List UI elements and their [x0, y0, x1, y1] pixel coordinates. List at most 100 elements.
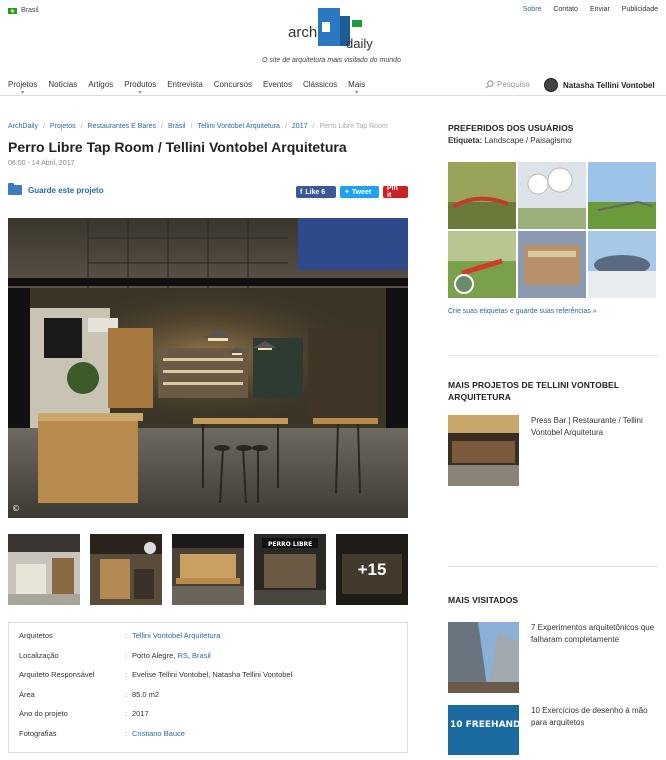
interior-photo: ©: [8, 218, 408, 518]
visited-image-text: 10 FREEHAND DRAWING EXERC: [450, 720, 519, 730]
hero-photo[interactable]: ©: [8, 218, 408, 518]
breadcrumb-separator: /: [312, 123, 315, 130]
copyright-mark: ©: [12, 504, 20, 513]
breadcrumb-item[interactable]: Projetos: [50, 123, 76, 130]
spec-value: Cristiano Bauce: [132, 729, 185, 749]
more-projects-title: MAIS PROJETOS DE TELLINI VONTOBEL ARQUIT…: [448, 380, 619, 402]
search-button[interactable]: Pesquisa: [485, 80, 530, 89]
favorite-image[interactable]: [588, 231, 656, 298]
tag-label: Etiqueta:: [448, 136, 483, 145]
user-avatar: [454, 274, 474, 294]
save-label: Guarde este projeto: [28, 185, 104, 195]
breadcrumb-item[interactable]: ArchDaily: [8, 123, 38, 130]
spec-key: Ano do projeto: [19, 709, 68, 718]
avatar: [544, 78, 558, 92]
logo-brazil-flag-icon: [352, 20, 362, 27]
spec-value-link[interactable]: Cristiano Bauce: [132, 729, 185, 738]
spec-value-link[interactable]: RS: [177, 651, 187, 660]
gallery-thumb[interactable]: [8, 534, 80, 605]
nav-item-concursos[interactable]: Concursos: [214, 80, 252, 89]
visited-image: 10 FREEHAND DRAWING EXERC: [448, 705, 519, 755]
logo-cube-icon: [318, 8, 340, 46]
breadcrumb-separator: /: [190, 123, 193, 130]
more-photos-count: +15: [336, 534, 408, 605]
facebook-icon: f: [300, 188, 303, 196]
spec-row: Arquiteto Responsável: Evelise Tellini Vo…: [19, 670, 397, 690]
spec-key: Localização: [19, 650, 59, 660]
spec-colon: :: [125, 709, 128, 718]
spec-value-link[interactable]: Tellini Vontobel Arquitetura: [132, 631, 220, 640]
spec-value: Evelise Tellini Vontobel, Natasha Tellin…: [132, 670, 293, 679]
spec-value-link[interactable]: Brasil: [192, 651, 211, 660]
breadcrumb-separator: /: [161, 123, 163, 130]
nav-item-produtos[interactable]: Produtos: [124, 80, 156, 89]
site-tagline: O site de arquitetura mais visitado do m…: [262, 57, 401, 64]
facebook-like-button[interactable]: f Like 6: [296, 186, 336, 198]
gallery-thumbnails: PERRO LIBRE +15: [8, 534, 408, 605]
nav-item-clássicos[interactable]: Clássicos: [303, 80, 337, 89]
share-buttons: f Like 6 ✦ Tweet Pin it: [296, 185, 408, 199]
nav-item-artigos[interactable]: Artigos: [88, 80, 113, 89]
spec-row: Fotografias: Cristiano Bauce: [19, 729, 397, 749]
main-nav: Projetos Notícias Artigos Produtos Entrevist…: [0, 78, 666, 96]
spec-row: Arquitetos: Tellini Vontobel Arquitetura: [19, 631, 397, 651]
gallery-thumb[interactable]: PERRO LIBRE: [254, 534, 326, 605]
visited-item[interactable]: 10 FREEHAND DRAWING EXERC 10 Exercícios …: [448, 705, 658, 755]
tweet-button[interactable]: ✦ Tweet: [340, 186, 379, 198]
gallery-thumb[interactable]: [172, 534, 244, 605]
spec-colon: :: [125, 689, 128, 699]
visited-title: 10 Exercícios de desenho à mão para arqu…: [531, 706, 648, 727]
nav-item-projetos[interactable]: Projetos: [8, 80, 37, 89]
country-label: Brasil: [21, 7, 39, 14]
gallery-thumb-more[interactable]: +15: [336, 534, 408, 605]
save-project-button[interactable]: Guarde este projeto: [8, 183, 104, 195]
more-projects-section: MAIS PROJETOS DE TELLINI VONTOBEL ARQUIT…: [448, 379, 658, 486]
submit-link[interactable]: Enviar: [590, 6, 610, 13]
about-link[interactable]: Sobre: [523, 6, 542, 13]
favorite-image[interactable]: [518, 231, 586, 298]
breadcrumb-item[interactable]: Brasil: [168, 123, 186, 130]
pinterest-button[interactable]: Pin it: [383, 185, 408, 199]
favorite-image[interactable]: [518, 162, 586, 229]
advertising-link[interactable]: Publicidade: [622, 6, 658, 13]
spec-value: Tellini Vontobel Arquitetura: [132, 631, 220, 651]
breadcrumb-item[interactable]: Restaurantes E Bares: [88, 123, 156, 130]
favorite-image[interactable]: [588, 162, 656, 229]
nav-item-notícias[interactable]: Notícias: [48, 80, 77, 89]
nav-item-eventos[interactable]: Eventos: [263, 80, 292, 89]
breadcrumb-separator: /: [80, 123, 83, 130]
archdaily-logo[interactable]: arch daily: [286, 6, 406, 54]
create-tags-link[interactable]: Crie suas etiquetas e guarde suas referê…: [448, 308, 658, 315]
top-header: Brasil Sobre Contato Enviar Publicidade …: [0, 0, 666, 72]
twitter-icon: ✦: [344, 189, 350, 196]
spec-key: Arquiteto Responsável: [19, 670, 95, 679]
breadcrumb: ArchDaily / Projetos / Restaurantes E Bares /…: [8, 123, 388, 130]
nav-item-mais[interactable]: Mais: [348, 80, 365, 89]
favorite-image[interactable]: [448, 162, 516, 229]
spec-value: 85.0 m2: [132, 689, 160, 699]
visited-item[interactable]: 7 Experimentos arquitetônicos que falhar…: [448, 622, 658, 693]
nav-item-entrevista[interactable]: Entrevista: [167, 80, 203, 89]
spec-row: Localização: Porto Alegre, RS, Brasil: [19, 651, 397, 671]
gallery-thumb[interactable]: [90, 534, 162, 605]
more-project-title: Press Bar | Restaurante / Tellini Vontob…: [531, 416, 643, 437]
breadcrumb-separator: /: [284, 123, 287, 130]
country-selector[interactable]: Brasil: [8, 7, 39, 14]
favorites-title: PREFERIDOS DOS USUÁRIOS: [448, 123, 574, 133]
sidebar-divider: [448, 566, 658, 567]
contact-link[interactable]: Contato: [553, 6, 578, 13]
logo-word-daily: daily: [346, 36, 373, 51]
spec-colon: :: [125, 728, 128, 738]
more-project-item[interactable]: Press Bar | Restaurante / Tellini Vontob…: [448, 415, 658, 486]
favorites-section: PREFERIDOS DOS USUÁRIOS Etiqueta: Landsc…: [448, 122, 658, 315]
folder-plus-icon: [8, 183, 22, 195]
spec-colon: :: [125, 650, 128, 660]
user-menu[interactable]: Natasha Tellini Vontobel: [544, 78, 655, 92]
project-specs: Arquitetos: Tellini Vontobel Arquitetura L…: [8, 622, 408, 753]
favorite-image[interactable]: [448, 231, 516, 298]
spec-row: Ano do projeto:2017: [19, 709, 397, 729]
visited-title: 7 Experimentos arquitetônicos que falhar…: [531, 623, 655, 644]
breadcrumb-item[interactable]: Tellini Vontobel Arquitetura: [197, 123, 280, 130]
breadcrumb-item[interactable]: 2017: [292, 123, 308, 130]
brazil-flag-icon: [8, 7, 17, 14]
